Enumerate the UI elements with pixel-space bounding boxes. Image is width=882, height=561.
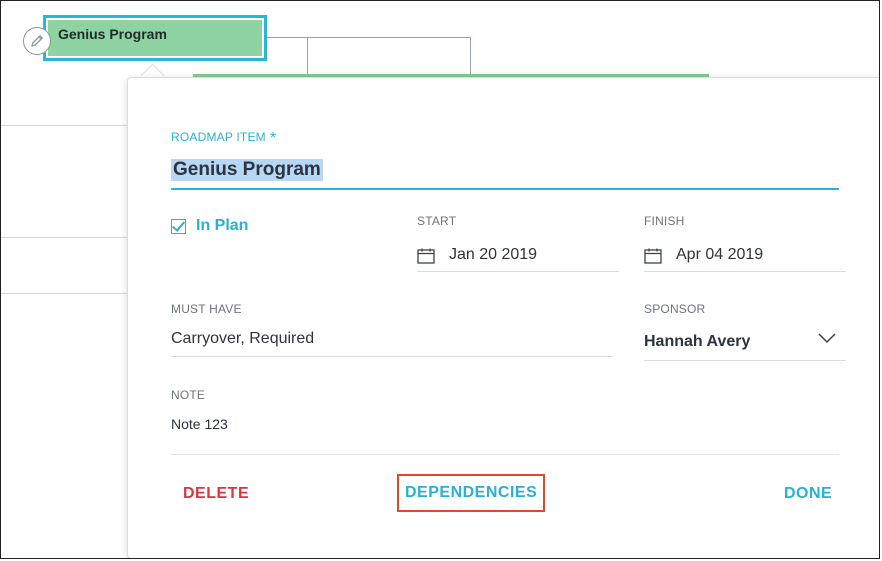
calendar-icon	[644, 248, 662, 264]
roadmap-item-value: Genius Program	[171, 159, 323, 181]
grid-line	[1, 125, 127, 126]
footer-divider	[171, 454, 839, 455]
delete-button[interactable]: DELETE	[183, 485, 249, 503]
grid-line	[1, 293, 127, 294]
note-value[interactable]: Note 123	[171, 416, 228, 432]
chevron-down-icon[interactable]	[818, 332, 836, 344]
roadmap-item-label-text: ROADMAP ITEM	[171, 130, 266, 144]
sponsor-label: SPONSOR	[644, 302, 706, 316]
in-plan-checkbox[interactable]	[171, 219, 186, 234]
roadmap-canvas: Genius Program ROADMAP ITEM * Genius Prog…	[0, 0, 880, 559]
dependency-connector	[307, 37, 308, 77]
must-have-value[interactable]: Carryover, Required	[171, 330, 314, 348]
done-button[interactable]: DONE	[784, 485, 832, 503]
start-label: START	[417, 214, 457, 228]
roadmap-item-input[interactable]: Genius Program	[171, 158, 839, 190]
roadmap-item-chip-label: Genius Program	[48, 20, 262, 56]
in-plan-label[interactable]: In Plan	[196, 217, 248, 235]
sponsor-field-underline	[644, 360, 846, 361]
finish-date-value[interactable]: Apr 04 2019	[676, 246, 763, 264]
start-date-value[interactable]: Jan 20 2019	[449, 246, 537, 264]
roadmap-item-popup: ROADMAP ITEM * Genius Program In Plan STA…	[127, 77, 879, 558]
start-date-field-underline	[417, 271, 619, 272]
sponsor-select[interactable]: Hannah Avery	[644, 333, 750, 351]
roadmap-item-label: ROADMAP ITEM *	[171, 128, 277, 147]
required-marker: *	[269, 130, 277, 147]
grid-line	[1, 237, 127, 238]
finish-date-field-underline	[644, 271, 846, 272]
calendar-icon	[417, 248, 435, 264]
dependencies-button[interactable]: DEPENDENCIES	[397, 474, 546, 512]
must-have-label: MUST HAVE	[171, 302, 242, 316]
finish-label: FINISH	[644, 214, 685, 228]
grid-line	[267, 37, 471, 38]
note-label: NOTE	[171, 388, 206, 402]
pencil-icon[interactable]	[23, 27, 51, 55]
roadmap-item-chip[interactable]: Genius Program	[43, 15, 267, 61]
must-have-field-underline	[171, 356, 613, 357]
dependency-connector	[470, 37, 471, 77]
